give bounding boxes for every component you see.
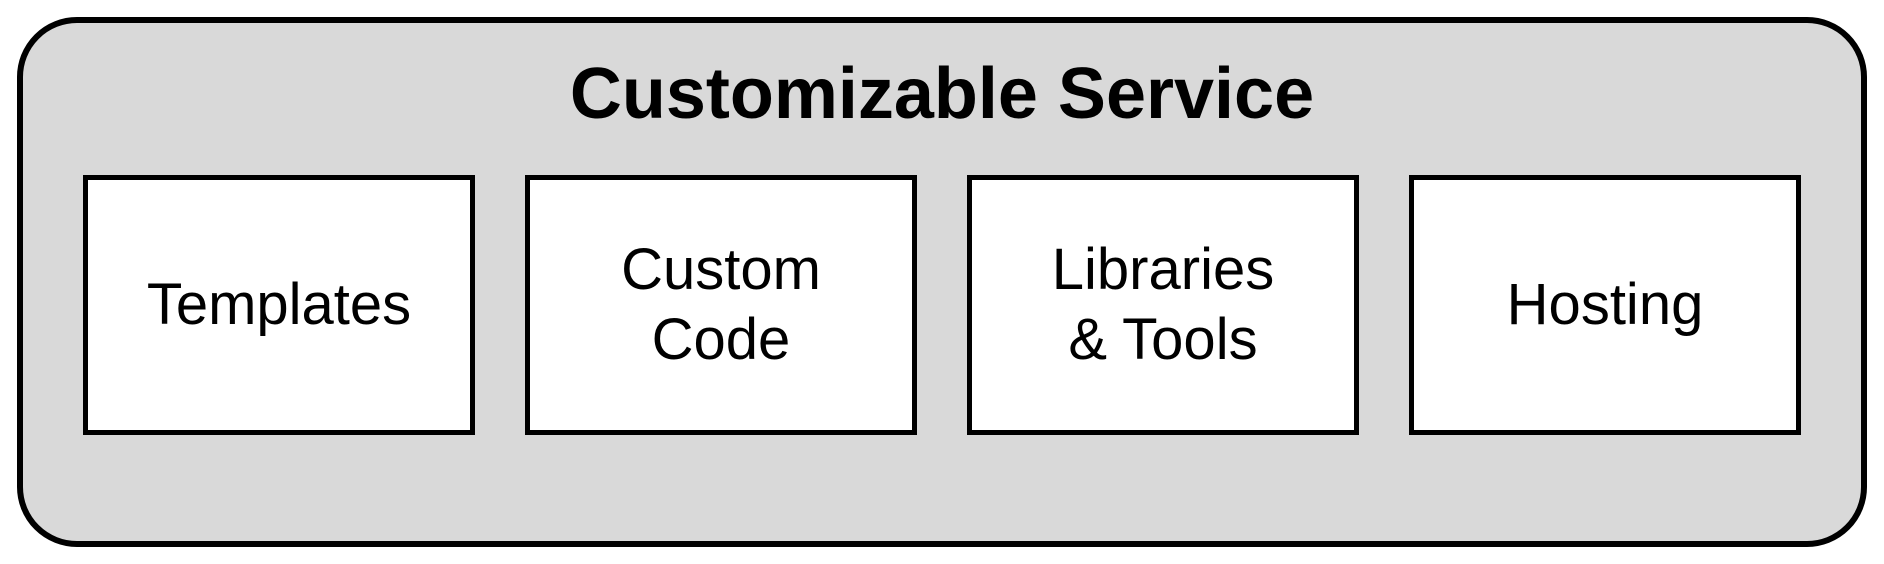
service-container: Customizable Service Templates Custom Co…	[17, 17, 1867, 547]
service-boxes: Templates Custom Code Libraries & Tools …	[83, 175, 1801, 435]
box-libraries-tools: Libraries & Tools	[967, 175, 1359, 435]
box-hosting: Hosting	[1409, 175, 1801, 435]
box-templates: Templates	[83, 175, 475, 435]
box-custom-code: Custom Code	[525, 175, 917, 435]
service-title: Customizable Service	[570, 53, 1314, 135]
